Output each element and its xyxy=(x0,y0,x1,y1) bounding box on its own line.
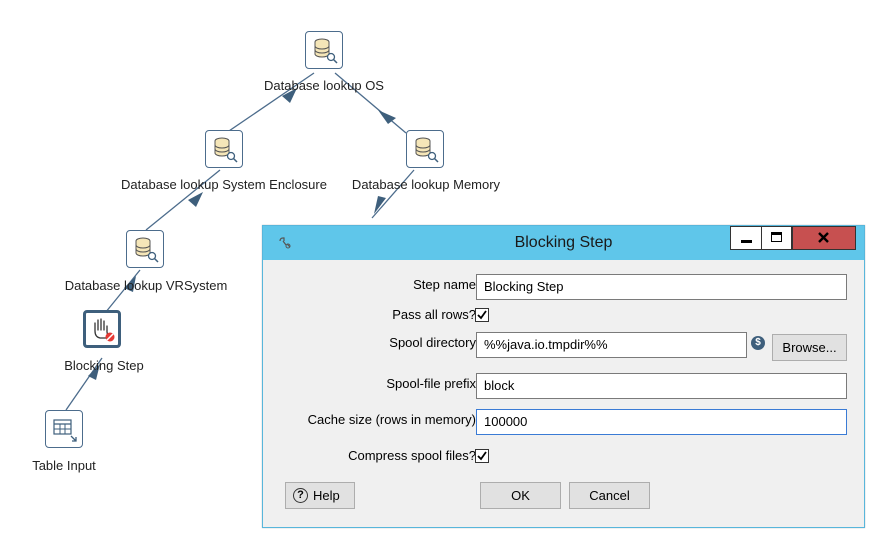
step-label: Blocking Step xyxy=(64,358,144,373)
browse-button[interactable]: Browse... xyxy=(772,334,847,361)
spool-prefix-field[interactable]: block xyxy=(476,373,847,399)
checkmark-icon xyxy=(477,451,487,461)
step-label: Database lookup Memory xyxy=(351,177,501,192)
pass-all-rows-checkbox[interactable] xyxy=(475,308,489,322)
database-lookup-icon[interactable] xyxy=(406,130,444,168)
table-input-icon[interactable] xyxy=(45,410,83,448)
spool-prefix-label: Spool-file prefix xyxy=(386,376,476,391)
step-label: Database lookup System Enclosure xyxy=(121,177,327,192)
step-name-label: Step name xyxy=(413,277,476,292)
compress-spool-label: Compress spool files? xyxy=(348,448,476,463)
pass-all-rows-label: Pass all rows? xyxy=(392,307,476,322)
help-label: Help xyxy=(313,488,340,503)
blocking-step-dialog: Blocking Step Step name Blocking Step Pa… xyxy=(262,225,865,528)
spool-directory-field[interactable]: %%java.io.tmpdir%% xyxy=(476,332,747,358)
close-button[interactable] xyxy=(792,226,856,250)
compress-spool-checkbox[interactable] xyxy=(475,449,489,463)
cache-size-label: Cache size (rows in memory) xyxy=(307,412,476,427)
step-name-field[interactable]: Blocking Step xyxy=(476,274,847,300)
minimize-button[interactable] xyxy=(730,226,762,250)
database-lookup-icon[interactable] xyxy=(205,130,243,168)
step-label: Database lookup VRSystem xyxy=(64,278,228,293)
maximize-icon xyxy=(771,232,782,242)
dialog-titlebar[interactable]: Blocking Step xyxy=(263,226,864,260)
cache-size-field[interactable]: 100000 xyxy=(476,409,847,435)
ok-button[interactable]: OK xyxy=(480,482,561,509)
spool-directory-label: Spool directory xyxy=(389,335,476,350)
checkmark-icon xyxy=(477,310,487,320)
close-icon xyxy=(818,232,829,243)
minimize-icon xyxy=(741,240,752,243)
step-label: Table Input xyxy=(32,458,96,473)
maximize-button[interactable] xyxy=(761,226,792,250)
help-button[interactable]: ? Help xyxy=(285,482,355,509)
help-icon: ? xyxy=(293,488,308,503)
blocking-hand-icon[interactable] xyxy=(83,310,121,348)
step-label: Database lookup OS xyxy=(264,78,384,93)
database-lookup-icon[interactable] xyxy=(305,31,343,69)
variable-icon[interactable]: $ xyxy=(751,336,765,350)
cancel-button[interactable]: Cancel xyxy=(569,482,650,509)
database-lookup-icon[interactable] xyxy=(126,230,164,268)
